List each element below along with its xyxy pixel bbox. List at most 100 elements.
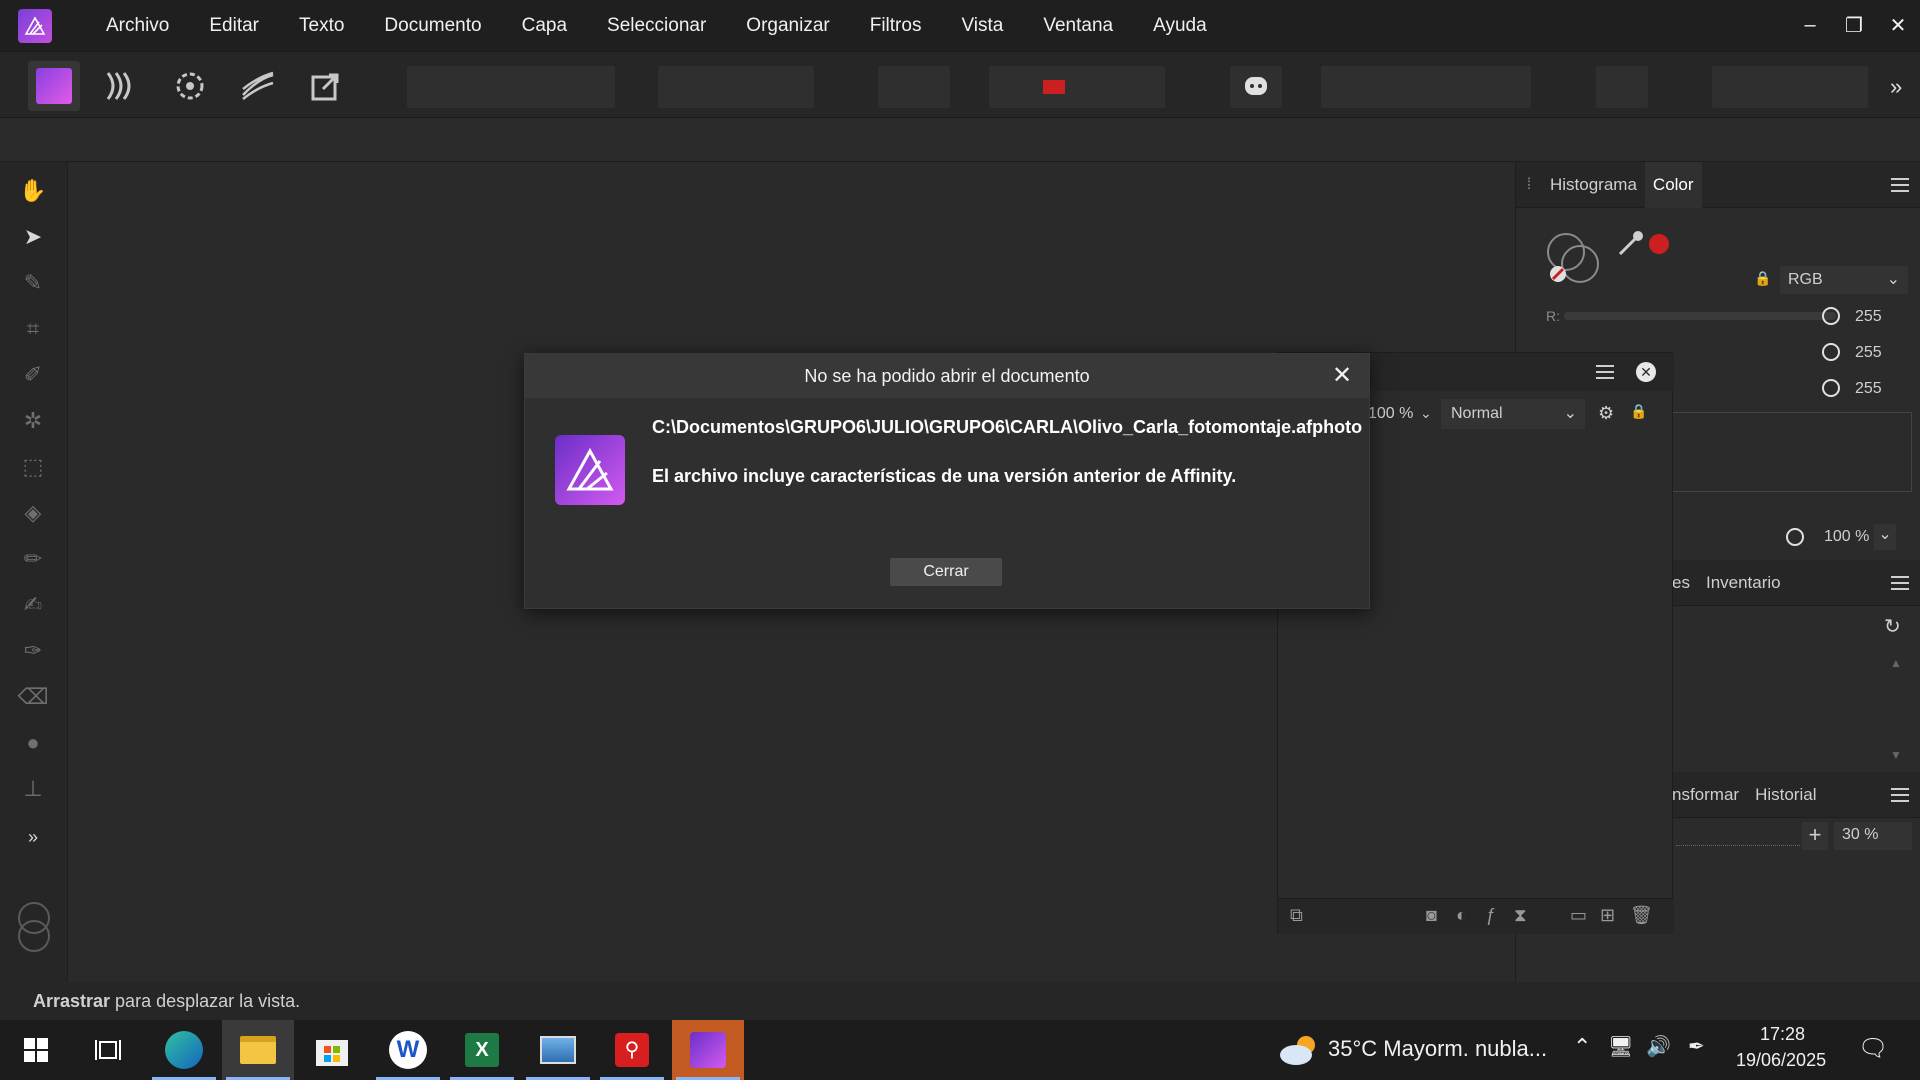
lock-icon[interactable]: 🔒: [1754, 270, 1772, 288]
b-slider-knob[interactable]: [1822, 379, 1840, 397]
menu-texto[interactable]: Texto: [279, 0, 364, 51]
snapping-group[interactable]: [989, 66, 1165, 108]
photo-persona-icon[interactable]: [28, 61, 80, 111]
history-panel-menu-icon[interactable]: [1891, 788, 1909, 802]
clone-tool-icon[interactable]: ✑: [18, 636, 48, 666]
acrobat-icon[interactable]: ⚲: [596, 1020, 668, 1080]
tab-histograma[interactable]: Histograma: [1542, 162, 1645, 208]
microsoft-store-icon[interactable]: [296, 1020, 368, 1080]
opacity-dropdown-icon[interactable]: ⌄: [1874, 524, 1896, 550]
paint-brush-tool-icon[interactable]: ✏: [18, 544, 48, 574]
tab-historial[interactable]: Historial: [1747, 772, 1824, 818]
develop-persona-icon[interactable]: [164, 61, 216, 111]
align-button[interactable]: [1596, 66, 1648, 108]
photos-icon[interactable]: [522, 1020, 594, 1080]
menu-seleccionar[interactable]: Seleccionar: [587, 0, 726, 51]
move-tool-icon[interactable]: ➤: [18, 222, 48, 252]
cerrar-button[interactable]: Cerrar: [890, 558, 1002, 586]
word-online-icon[interactable]: W: [372, 1020, 444, 1080]
weather-text[interactable]: 35°C Mayorm. nubla...: [1328, 1036, 1547, 1062]
blend-mode-select[interactable]: Normal ⌄: [1441, 399, 1585, 429]
tone-mapping-persona-icon[interactable]: [232, 61, 284, 111]
color-model-select[interactable]: RGB ⌄: [1780, 266, 1908, 294]
hand-tool-icon[interactable]: ✋: [18, 176, 48, 206]
r-slider-knob[interactable]: [1822, 307, 1840, 325]
panel-grip-icon[interactable]: ⁞: [1516, 162, 1542, 208]
opacity-value[interactable]: 100 %: [1824, 528, 1869, 546]
clock-date[interactable]: 19/06/2025: [1736, 1050, 1826, 1071]
layer-settings-gear-icon[interactable]: ⚙: [1598, 403, 1614, 424]
liquify-persona-icon[interactable]: [96, 61, 148, 111]
blur-tool-icon[interactable]: ●: [18, 728, 48, 758]
dodge-tool-icon[interactable]: ✍: [18, 590, 48, 620]
toolbar-overflow-button[interactable]: »: [1890, 74, 1902, 100]
tab-color[interactable]: Color: [1644, 161, 1702, 208]
eyedropper-icon[interactable]: [1616, 228, 1646, 258]
close-panel-icon[interactable]: ✕: [1636, 362, 1656, 382]
pixel-layer-icon[interactable]: ⧗: [1514, 905, 1527, 926]
menu-archivo[interactable]: Archivo: [86, 0, 189, 51]
tab-inventario[interactable]: Inventario: [1698, 560, 1789, 606]
add-layer-icon[interactable]: ⊞: [1600, 905, 1615, 926]
color-picker-tool-icon[interactable]: ✎: [18, 268, 48, 298]
inpainting-tool-icon[interactable]: ⊥: [18, 774, 48, 804]
layers-panel-menu-icon[interactable]: [1596, 365, 1614, 379]
color-swatches-icon[interactable]: [14, 902, 54, 962]
chevron-down-icon[interactable]: ⌄: [1420, 405, 1432, 422]
menu-editar[interactable]: Editar: [189, 0, 279, 51]
b-value[interactable]: 255: [1855, 380, 1882, 398]
menu-vista[interactable]: Vista: [941, 0, 1023, 51]
g-slider-knob[interactable]: [1822, 343, 1840, 361]
notifications-icon[interactable]: 🗨: [1858, 1034, 1888, 1063]
affinity-photo-logo-icon[interactable]: [18, 8, 52, 43]
group-layers-icon[interactable]: ▭: [1570, 905, 1587, 926]
arrange-group[interactable]: [1321, 66, 1531, 108]
network-icon[interactable]: 🖥: [1608, 1034, 1633, 1059]
show-hidden-icons-chevron-icon[interactable]: ⌃: [1573, 1034, 1591, 1060]
layers-copy-icon[interactable]: ⧉: [1290, 905, 1303, 926]
menu-ayuda[interactable]: Ayuda: [1133, 0, 1227, 51]
marquee-tool-icon[interactable]: ⬚: [18, 452, 48, 482]
dialog-close-icon[interactable]: ✕: [1325, 354, 1359, 398]
menu-ventana[interactable]: Ventana: [1023, 0, 1133, 51]
menu-documento[interactable]: Documento: [364, 0, 501, 51]
refresh-icon[interactable]: ↻: [1884, 614, 1901, 639]
delete-layer-icon[interactable]: 🗑: [1630, 905, 1653, 926]
transform-group[interactable]: [1712, 66, 1868, 108]
flood-select-tool-icon[interactable]: ✲: [18, 406, 48, 436]
pen-icon[interactable]: ✒: [1688, 1034, 1705, 1059]
affinity-photo-taskbar-icon[interactable]: [672, 1020, 744, 1080]
add-icon[interactable]: +: [1802, 822, 1828, 850]
color-panel-menu-icon[interactable]: [1891, 178, 1909, 192]
selection-brush-tool-icon[interactable]: ✐: [18, 360, 48, 390]
crop-tool-icon[interactable]: ⌗: [18, 314, 48, 344]
volume-icon[interactable]: 🔊: [1646, 1034, 1671, 1059]
restore-button[interactable]: ❐: [1832, 4, 1876, 48]
selection-mode-group[interactable]: [658, 66, 814, 108]
zoom-field[interactable]: 30 %: [1834, 822, 1912, 850]
minimize-button[interactable]: –: [1788, 4, 1832, 48]
layer-lock-icon[interactable]: 🔒: [1630, 403, 1647, 420]
close-window-button[interactable]: ✕: [1876, 4, 1920, 48]
layer-opacity-value[interactable]: 100 %: [1368, 405, 1413, 423]
scroll-down-icon[interactable]: ▼: [1890, 748, 1902, 762]
mask-toggle-icon[interactable]: [1043, 78, 1065, 96]
task-view-icon[interactable]: [72, 1020, 144, 1080]
excel-icon[interactable]: X: [446, 1020, 518, 1080]
inventory-panel-menu-icon[interactable]: [1891, 576, 1909, 590]
live-filter-icon[interactable]: ƒ: [1486, 905, 1496, 926]
clock-time[interactable]: 17:28: [1760, 1024, 1805, 1045]
mask-layer-icon[interactable]: ◙: [1426, 905, 1437, 926]
menu-filtros[interactable]: Filtros: [850, 0, 942, 51]
quick-mask-button[interactable]: [878, 66, 950, 108]
g-value[interactable]: 255: [1855, 344, 1882, 362]
file-explorer-icon[interactable]: [222, 1020, 294, 1080]
r-slider-track[interactable]: [1564, 312, 1836, 320]
start-button[interactable]: [0, 1020, 72, 1080]
menu-capa[interactable]: Capa: [502, 0, 587, 51]
color-wheel-icon[interactable]: [1544, 228, 1608, 288]
r-value[interactable]: 255: [1855, 308, 1882, 326]
menu-organizar[interactable]: Organizar: [726, 0, 849, 51]
opacity-slider-knob[interactable]: [1786, 528, 1804, 546]
adjustment-layer-icon[interactable]: ◐: [1456, 905, 1467, 926]
